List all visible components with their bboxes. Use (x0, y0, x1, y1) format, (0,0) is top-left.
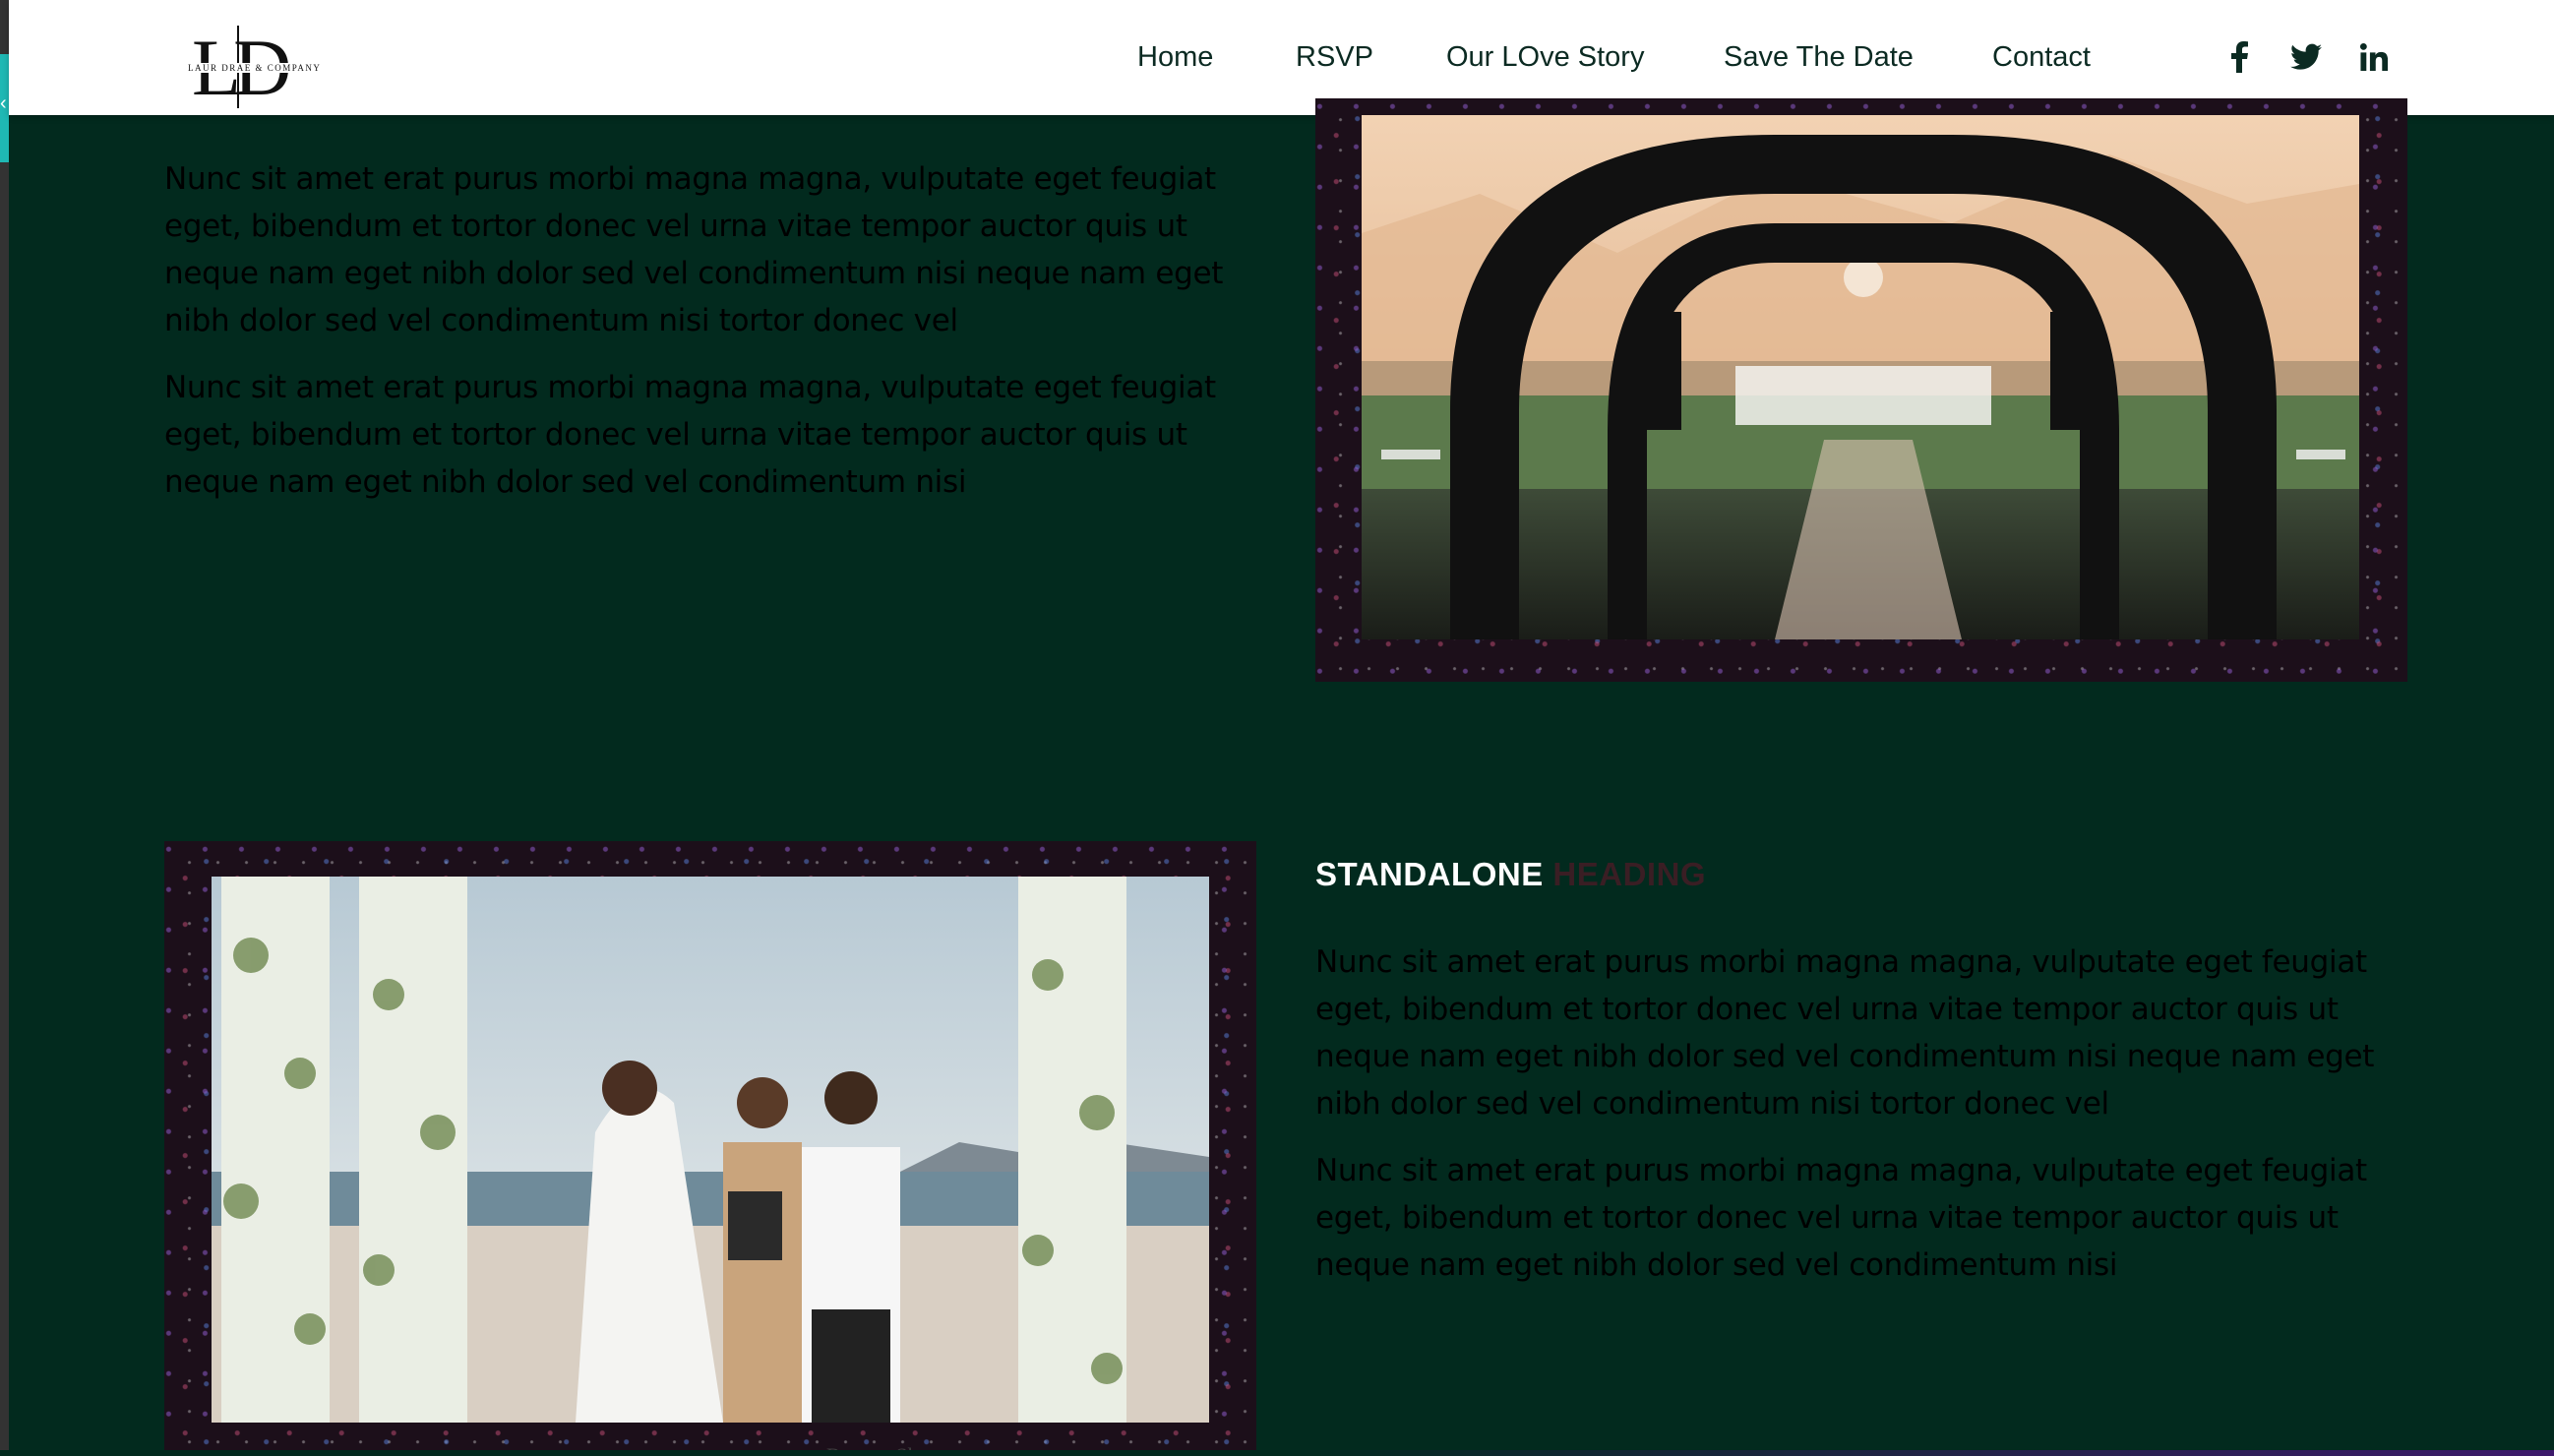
linkedin-icon[interactable] (2354, 35, 2394, 79)
nav-our-love-story[interactable]: Our LOve Story (1446, 35, 1644, 79)
section-1-paragraph-2: Nunc sit amet erat purus morbi magna mag… (164, 370, 1216, 500)
section-1-paragraph-1: Nunc sit amet erat purus morbi magna mag… (164, 161, 1224, 338)
main-nav: Home RSVP Our LOve Story Save The Date C… (9, 35, 2554, 79)
heading-word-2: HEADING (1552, 856, 1707, 892)
heading-word-1: STANDALONE (1315, 856, 1544, 892)
page-bottom-edge (0, 1450, 2554, 1456)
venue-arch-photo (1362, 115, 2359, 639)
facebook-icon[interactable] (2220, 35, 2259, 79)
section-2-paragraph-2: Nunc sit amet erat purus morbi magna mag… (1315, 1153, 2367, 1283)
beach-ceremony-photo (212, 877, 1209, 1423)
editor-side-strip: ‹ (0, 0, 9, 1456)
twitter-icon[interactable] (2286, 35, 2326, 79)
ceremony-photo-frame: Reason Shot (164, 841, 1256, 1456)
nav-rsvp[interactable]: RSVP (1296, 35, 1373, 79)
nav-save-the-date[interactable]: Save The Date (1724, 35, 1914, 79)
nav-contact[interactable]: Contact (1992, 35, 2091, 79)
nav-home[interactable]: Home (1137, 35, 1213, 79)
venue-photo-frame (1315, 98, 2407, 682)
section-2-paragraph-1: Nunc sit amet erat purus morbi magna mag… (1315, 944, 2375, 1122)
chevron-left-icon[interactable]: ‹ (0, 93, 7, 113)
standalone-heading: STANDALONE HEADING (1315, 856, 1706, 893)
